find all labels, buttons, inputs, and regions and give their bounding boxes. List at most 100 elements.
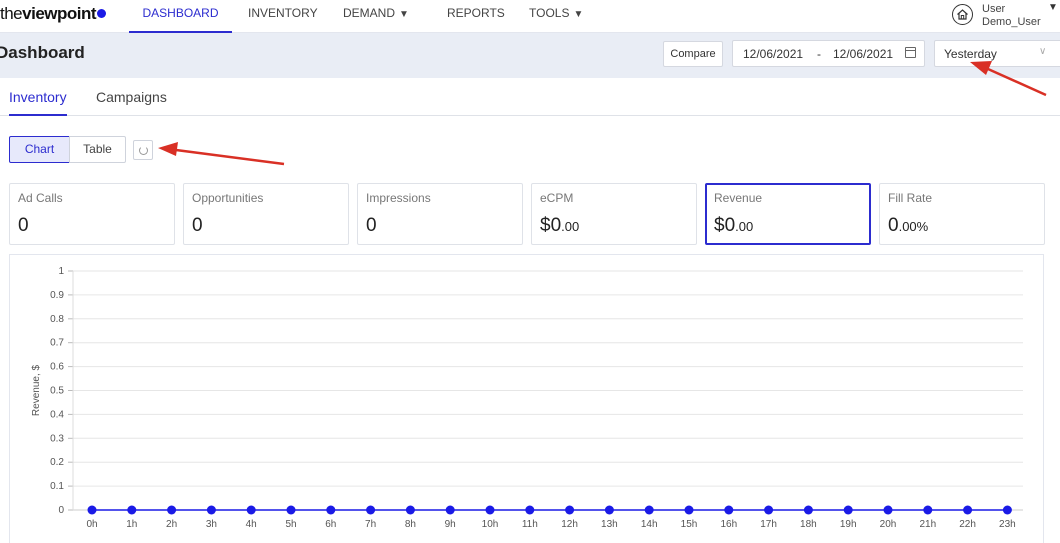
user-account[interactable]: Demo_User <box>982 16 1041 28</box>
x-tick-label: 21h <box>919 519 936 530</box>
y-tick-label: 0.1 <box>50 481 64 492</box>
metric-label: Fill Rate <box>888 191 933 205</box>
logo-prefix: the <box>0 4 23 23</box>
caret-down-icon: ▼ <box>573 9 584 20</box>
metric-value: 0.00% <box>888 215 929 236</box>
data-point <box>724 505 734 515</box>
compare-button[interactable]: Compare <box>663 41 723 67</box>
metric-card-revenue[interactable]: Revenue $0.00 <box>705 183 871 245</box>
data-point <box>684 505 694 515</box>
x-tick-label: 9h <box>445 519 456 530</box>
nav-inventory-label: INVENTORY <box>248 6 318 20</box>
metric-label: Opportunities <box>192 191 264 205</box>
nav-inventory[interactable]: INVENTORY <box>248 0 318 33</box>
chart-view-button[interactable]: Chart <box>9 136 70 163</box>
y-tick-label: 0.4 <box>50 409 64 420</box>
period-value: Yesterday <box>944 47 997 61</box>
data-point <box>803 505 813 515</box>
data-point <box>883 505 893 515</box>
data-point <box>963 505 973 515</box>
x-tick-label: 19h <box>840 519 857 530</box>
metric-label: Revenue <box>714 191 763 205</box>
data-point <box>326 505 336 515</box>
x-tick-label: 22h <box>959 519 976 530</box>
nav-demand-label: DEMAND <box>343 6 396 20</box>
data-point <box>366 505 376 515</box>
metric-card-ecpm[interactable]: eCPM $0.00 <box>531 183 697 245</box>
nav-dashboard[interactable]: DASHBOARD <box>129 0 232 33</box>
nav-reports[interactable]: REPORTS <box>447 0 505 33</box>
x-tick-label: 13h <box>601 519 618 530</box>
data-point <box>167 505 177 515</box>
y-tick-label: 0 <box>58 505 64 516</box>
data-point <box>1002 505 1012 515</box>
x-tick-label: 23h <box>999 519 1016 530</box>
y-tick-label: 0.2 <box>50 457 64 468</box>
y-tick-label: 0.5 <box>50 386 64 397</box>
x-tick-label: 0h <box>86 519 97 530</box>
nav-demand[interactable]: DEMAND ▼ <box>343 0 409 33</box>
data-point <box>565 505 575 515</box>
x-tick-label: 7h <box>365 519 376 530</box>
metric-value: $0.00 <box>540 215 580 236</box>
data-point <box>525 505 535 515</box>
revenue-chart-panel: 0 0.1 0.2 0.3 0.4 0.5 0.6 0.7 0.8 0.9 1 Revenue, $ 0… <box>9 254 1044 543</box>
refresh-button[interactable] <box>133 140 153 160</box>
x-tick-label: 16h <box>720 519 737 530</box>
metric-label: Impressions <box>366 191 431 205</box>
table-view-button[interactable]: Table <box>69 136 126 163</box>
user-name[interactable]: User <box>982 3 1005 15</box>
metric-card-impressions[interactable]: Impressions 0 <box>357 183 523 245</box>
x-tick-label: 1h <box>126 519 137 530</box>
tab-inventory[interactable]: Inventory <box>9 89 67 116</box>
y-tick-label: 0.7 <box>50 338 64 349</box>
metric-value: $0.00 <box>714 215 754 236</box>
date-separator: - <box>817 47 821 61</box>
x-tick-label: 14h <box>641 519 658 530</box>
refresh-icon <box>139 146 148 155</box>
nav-tools-label: TOOLS <box>529 6 570 20</box>
x-tick-label: 11h <box>522 519 538 530</box>
date-from: 12/06/2021 <box>743 47 804 61</box>
caret-down-icon: ▼ <box>399 9 409 20</box>
period-select[interactable]: Yesterday ∨ <box>934 40 1060 67</box>
tab-campaigns[interactable]: Campaigns <box>96 89 167 116</box>
page-header: Dashboard Compare 12/06/2021 - 12/06/202… <box>0 33 1060 78</box>
data-point <box>405 505 415 515</box>
data-point <box>445 505 455 515</box>
metric-value: 0 <box>18 215 29 236</box>
data-point <box>206 505 216 515</box>
date-range-picker[interactable]: 12/06/2021 - 12/06/2021 <box>732 40 925 67</box>
metric-value: 0 <box>192 215 203 236</box>
metric-card-ad-calls[interactable]: Ad Calls 0 <box>9 183 175 245</box>
metric-card-fill-rate[interactable]: Fill Rate 0.00% <box>879 183 1045 245</box>
data-point <box>604 505 614 515</box>
chevron-down-icon: ∨ <box>1039 46 1047 57</box>
data-point <box>923 505 933 515</box>
x-tick-label: 5h <box>285 519 296 530</box>
metric-card-opportunities[interactable]: Opportunities 0 <box>183 183 349 245</box>
metric-label: eCPM <box>540 191 574 205</box>
data-point <box>127 505 137 515</box>
y-tick-label: 0.3 <box>50 433 64 444</box>
user-menu-caret-icon[interactable]: ▼ <box>1048 2 1058 13</box>
data-point <box>843 505 853 515</box>
x-tick-label: 3h <box>206 519 217 530</box>
logo-bold: viewpoint <box>22 4 97 23</box>
page-title: Dashboard <box>0 43 85 62</box>
brand-logo[interactable]: theviewpoint <box>0 4 107 24</box>
y-tick-label: 1 <box>58 266 64 277</box>
x-tick-label: 4h <box>246 519 257 530</box>
data-point <box>286 505 296 515</box>
data-point <box>246 505 256 515</box>
nav-tools[interactable]: TOOLS ▼ <box>529 0 583 33</box>
data-point <box>644 505 654 515</box>
x-tick-label: 20h <box>880 519 897 530</box>
y-tick-label: 0.6 <box>50 362 64 373</box>
data-point <box>87 505 97 515</box>
nav-reports-label: REPORTS <box>447 6 505 20</box>
home-icon[interactable] <box>952 4 973 25</box>
section-tabs: Inventory Campaigns <box>0 78 1060 116</box>
x-tick-label: 6h <box>325 519 336 530</box>
x-tick-label: 17h <box>760 519 777 530</box>
